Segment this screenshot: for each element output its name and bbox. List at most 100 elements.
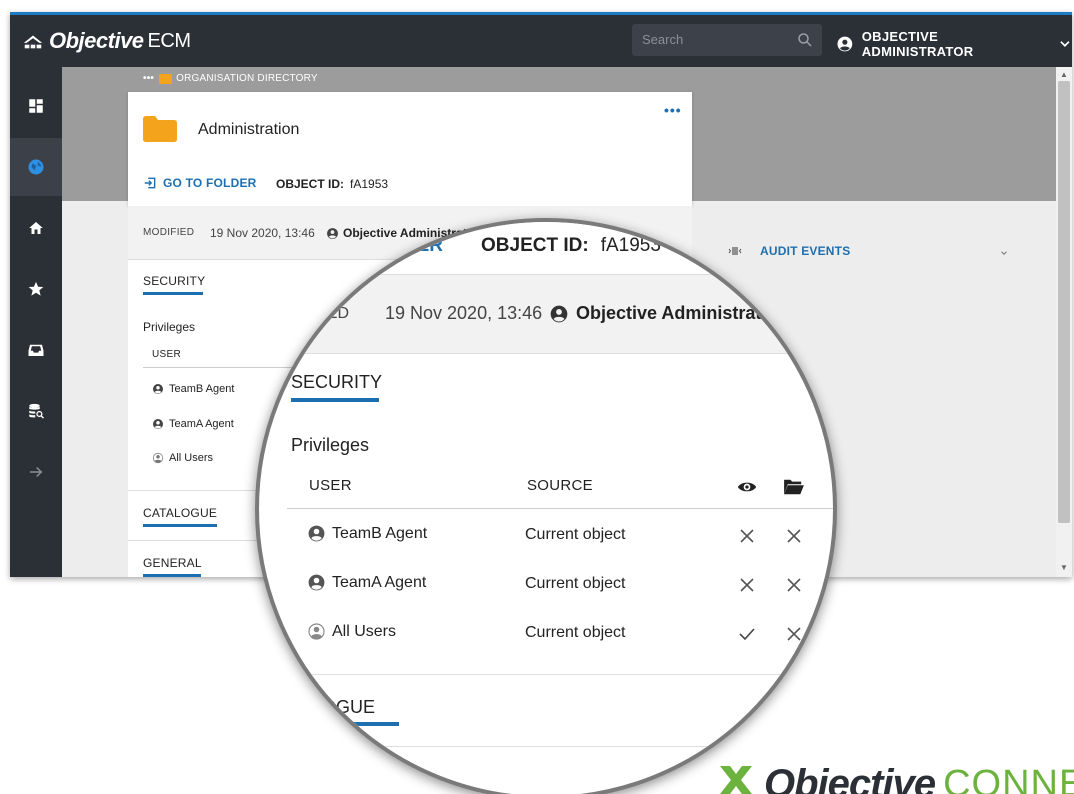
globe-icon [28, 159, 44, 175]
tab-security[interactable]: SECURITY [143, 274, 206, 295]
eye-icon [737, 482, 757, 492]
dashboard-icon [29, 99, 43, 113]
column-header-user[interactable]: USER [152, 349, 181, 360]
folder-icon [159, 73, 173, 84]
object-id-label: OBJECT ID: [276, 177, 345, 191]
rail-item-favourites[interactable] [10, 260, 62, 318]
column-header-source[interactable]: SOURCE [527, 477, 593, 494]
account-circle-icon [308, 574, 325, 591]
section-underline [303, 722, 399, 726]
top-bar: Objective ECM OBJECTIVE ADMINISTRATOR [10, 15, 1072, 67]
magnified-catalogue-heading[interactable]: CATALOGUE [303, 697, 375, 723]
group-circle-icon [152, 452, 164, 464]
breadcrumb-item-organisation-directory[interactable]: ORGANISATION DIRECTORY [176, 73, 318, 84]
section-underline [143, 574, 201, 577]
brand-logo[interactable]: Objective ECM [22, 28, 191, 54]
active-underline [143, 292, 203, 295]
modified-by-name: Objective Administrator [576, 303, 780, 323]
tab-catalogue[interactable]: CATALOGUE [143, 506, 218, 527]
magnified-content: GO TO FOLDER OBJECT ID: fA1953 MODIFIED 1… [259, 222, 833, 794]
account-circle-icon [550, 305, 568, 322]
brand-name-light: ECM [147, 29, 191, 52]
database-search-icon [29, 403, 44, 419]
row-user: TeamB Agent [332, 524, 428, 542]
arrow-right-icon [30, 466, 43, 478]
row-user: TeamA Agent [169, 418, 234, 430]
folder-open-icon [784, 479, 804, 495]
search-input[interactable] [632, 24, 782, 55]
scroll-up-arrow[interactable]: ▲ [1060, 70, 1068, 79]
go-to-folder-link[interactable]: GO TO FOLDER [143, 176, 257, 190]
row-user: TeamA Agent [332, 573, 427, 591]
logo-word-objective: Objective [764, 762, 936, 794]
row-user: All Users [332, 622, 397, 640]
modified-by: Objective Administrator [549, 303, 779, 324]
divider [259, 674, 833, 675]
breadcrumb: ••• ORGANISATION DIRECTORY [143, 73, 318, 84]
privileges-heading: Privileges [143, 320, 196, 334]
search-icon[interactable] [796, 31, 814, 49]
magnified-security-heading[interactable]: SECURITY [291, 372, 382, 393]
cross-icon [740, 529, 754, 543]
account-circle-icon [837, 36, 853, 52]
objective-connect-logo-icon [720, 766, 752, 794]
rail-item-dashboard[interactable] [10, 77, 62, 135]
rail-item-search-database[interactable] [10, 382, 62, 440]
table-row[interactable]: All Users [152, 452, 213, 464]
rail-item-home[interactable] [10, 199, 62, 257]
magnified-modified-row: MODIFIED 19 Nov 2020, 13:46 Objective Ad… [259, 274, 833, 354]
table-row[interactable]: TeamB Agent [152, 383, 234, 395]
logo-word-connect: CONNECT [943, 763, 1074, 794]
section-underline [143, 524, 217, 527]
left-nav-rail [10, 67, 62, 577]
rail-item-expand[interactable] [10, 443, 62, 501]
more-actions-button[interactable]: ••• [664, 102, 682, 118]
table-row[interactable]: TeamA Agent [307, 573, 426, 592]
divider [259, 746, 833, 747]
objective-logo-icon [23, 35, 43, 49]
breadcrumb-ellipsis[interactable]: ••• [143, 73, 154, 84]
table-row[interactable]: TeamA Agent [152, 418, 234, 430]
objective-connect-logo: Objective CONNECT [716, 754, 1074, 794]
folder-card: Administration ••• GO TO FOLDER OBJECT I… [128, 92, 692, 206]
inbox-icon [28, 344, 44, 356]
security-heading: SECURITY [143, 274, 206, 288]
home-icon [29, 222, 43, 234]
active-underline [291, 398, 379, 402]
scrollbar-thumb[interactable] [1058, 81, 1070, 523]
rail-item-globe[interactable] [10, 138, 62, 196]
star-icon [28, 281, 44, 296]
object-id-value: fA1953 [600, 235, 661, 256]
rail-item-inbox[interactable] [10, 321, 62, 379]
folder-icon [143, 116, 177, 142]
user-name: OBJECTIVE ADMINISTRATOR [861, 29, 974, 59]
screenshot-stage: Objective ECM OBJECTIVE ADMINISTRATOR [0, 0, 1074, 794]
object-id-label: OBJECT ID: [481, 235, 589, 256]
cross-icon [787, 627, 801, 641]
column-header-user[interactable]: USER [309, 477, 352, 494]
scroll-down-arrow[interactable]: ▼ [1060, 563, 1068, 572]
magnified-go-to-folder-link[interactable]: GO TO FOLDER [399, 235, 443, 263]
login-arrow-icon [144, 177, 156, 189]
table-row[interactable]: TeamB Agent [307, 524, 427, 543]
row-user: All Users [169, 452, 214, 464]
row-source: Current object [525, 526, 626, 543]
magnified-privileges-heading: Privileges [291, 435, 370, 455]
table-header-divider [287, 508, 833, 509]
object-id-value: fA1953 [350, 177, 389, 191]
go-to-folder-label: GO TO FOLDER [163, 176, 257, 190]
account-circle-icon [153, 384, 163, 394]
row-source: Current object [525, 624, 626, 641]
cross-icon [740, 578, 754, 592]
row-source: Current object [525, 575, 626, 592]
catalogue-heading: CATALOGUE [143, 506, 218, 520]
general-heading: GENERAL [143, 556, 202, 570]
group-circle-icon [308, 623, 325, 640]
account-circle-icon [153, 419, 163, 429]
modified-date: 19 Nov 2020, 13:46 [385, 303, 543, 323]
tab-general[interactable]: GENERAL [143, 556, 202, 577]
chevron-down-icon[interactable] [999, 248, 1009, 258]
table-row[interactable]: All Users [307, 622, 396, 641]
check-icon [739, 628, 755, 641]
user-menu[interactable]: OBJECTIVE ADMINISTRATOR [836, 29, 1072, 59]
